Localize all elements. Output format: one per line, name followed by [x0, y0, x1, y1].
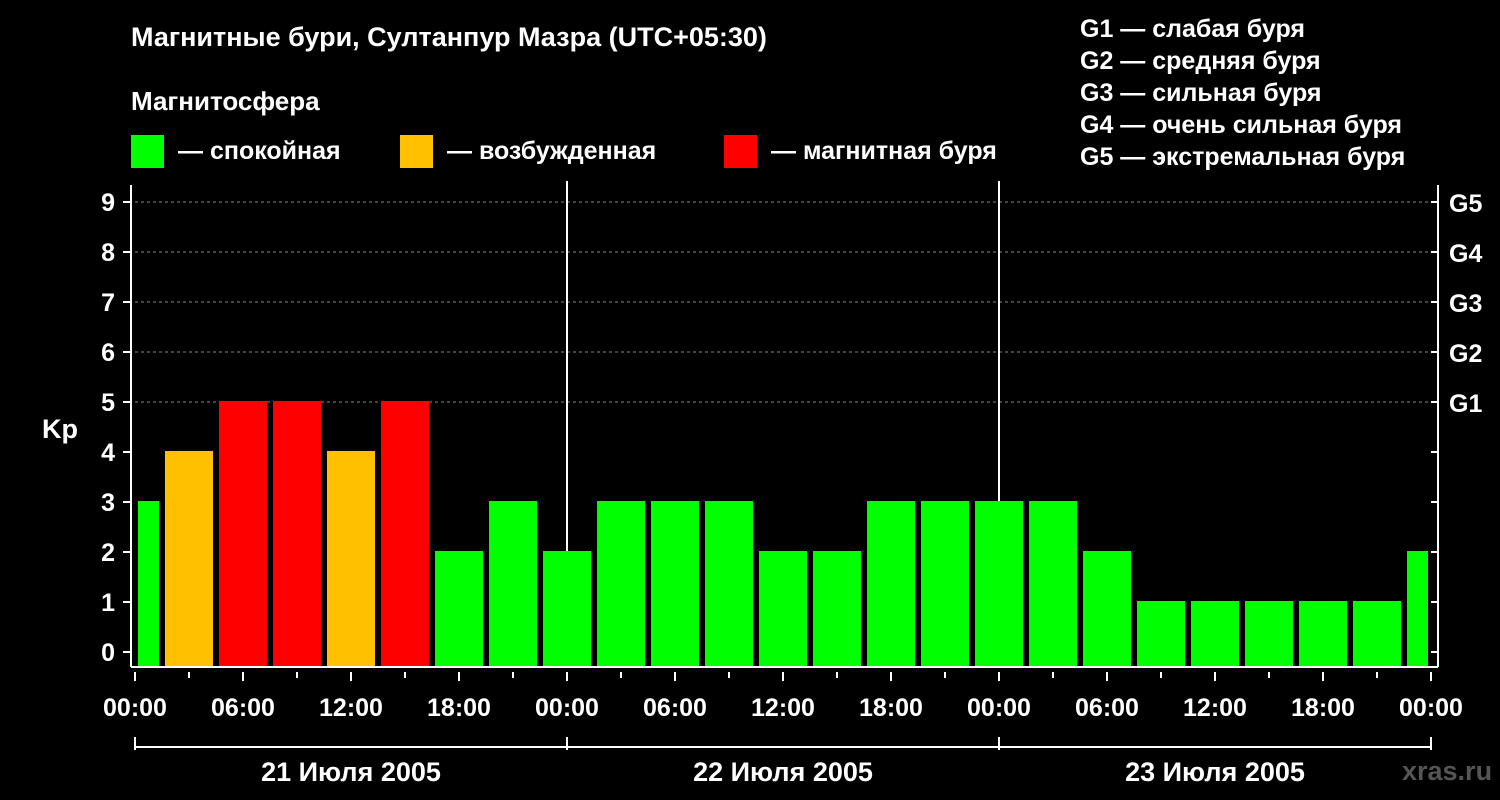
y-tick-label: 3 — [101, 489, 115, 517]
g-level-label: G4 — [1449, 240, 1482, 268]
kp-bar — [489, 501, 537, 667]
g-level-label: G5 — [1449, 190, 1482, 218]
x-tick-label: 06:00 — [1075, 694, 1139, 722]
kp-bar — [759, 551, 807, 667]
kp-bar-chart: 0 1 2 3 4 5 6 7 8 9 G1 G2 G3 G4 G5 Kp 00:00 06:00 12:00 18:… — [42, 181, 1482, 787]
x-tick-label: 00:00 — [103, 694, 167, 722]
kp-bar — [273, 401, 321, 667]
kp-bar — [651, 501, 699, 667]
watermark: xras.ru — [1402, 756, 1493, 786]
kp-bar — [543, 551, 591, 667]
y-tick-label: 6 — [101, 339, 115, 367]
kp-bar — [813, 551, 861, 667]
x-tick-label: 00:00 — [967, 694, 1031, 722]
day-label: 23 Июля 2005 — [1125, 757, 1305, 787]
x-tick-label: 00:00 — [1399, 694, 1463, 722]
kp-bar — [1299, 601, 1347, 667]
kp-bar — [1245, 601, 1293, 667]
y-axis-label: Kp — [42, 414, 78, 444]
g-level-label: G1 — [1449, 390, 1482, 418]
kp-bar — [1407, 551, 1428, 667]
kp-bar — [435, 551, 483, 667]
kp-bar — [1137, 601, 1185, 667]
kp-bar — [975, 501, 1023, 667]
kp-bar — [381, 401, 429, 667]
g-level-label: G2 — [1449, 340, 1482, 368]
x-tick-label: 18:00 — [427, 694, 491, 722]
y-tick-label: 8 — [101, 239, 115, 267]
x-tick-label: 00:00 — [535, 694, 599, 722]
y-tick-label: 5 — [101, 389, 115, 417]
x-tick-label: 12:00 — [1183, 694, 1247, 722]
y-tick-label: 7 — [101, 289, 115, 317]
y-tick-label: 1 — [101, 589, 115, 617]
x-tick-label: 06:00 — [211, 694, 275, 722]
x-tick-label: 18:00 — [1291, 694, 1355, 722]
x-tick-label: 18:00 — [859, 694, 923, 722]
y-tick-label: 2 — [101, 539, 115, 567]
day-label: 22 Июля 2005 — [693, 757, 873, 787]
x-tick-label: 12:00 — [751, 694, 815, 722]
kp-bar — [138, 501, 159, 667]
kp-bar — [165, 451, 213, 667]
x-tick-label: 12:00 — [319, 694, 383, 722]
y-tick-label: 9 — [101, 189, 115, 217]
kp-bar — [1083, 551, 1131, 667]
x-tick-label: 06:00 — [643, 694, 707, 722]
kp-bar — [1353, 601, 1401, 667]
kp-bar — [219, 401, 267, 667]
y-tick-label: 0 — [101, 639, 115, 667]
kp-bar — [1029, 501, 1077, 667]
kp-bar — [705, 501, 753, 667]
kp-bar — [867, 501, 915, 667]
day-label: 21 Июля 2005 — [261, 757, 441, 787]
y-tick-label: 4 — [101, 439, 115, 467]
kp-bar — [1191, 601, 1239, 667]
kp-bar — [921, 501, 969, 667]
g-level-label: G3 — [1449, 290, 1482, 318]
kp-bar — [327, 451, 375, 667]
kp-bar — [597, 501, 645, 667]
